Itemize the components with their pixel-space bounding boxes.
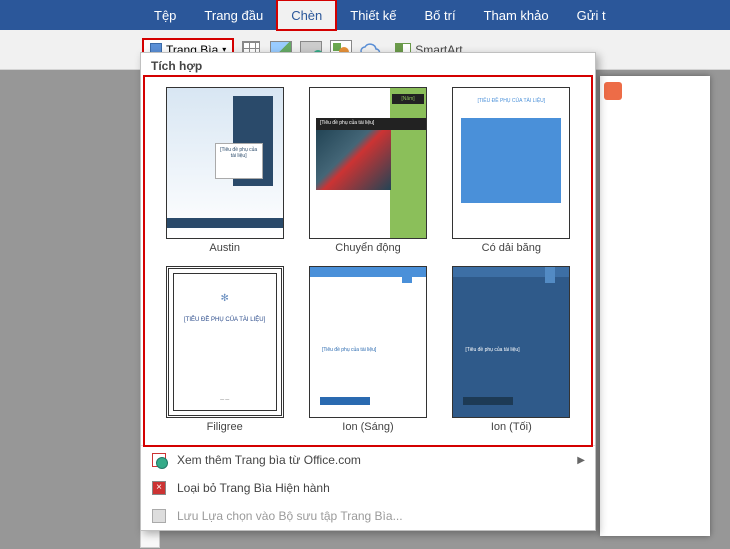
document-canvas	[600, 76, 710, 536]
gallery-label: Ion (Sáng)	[342, 421, 393, 433]
gallery-label: Chuyển động	[335, 242, 400, 254]
tab-insert[interactable]: Chèn	[277, 0, 336, 30]
tab-file[interactable]: Tệp	[140, 0, 190, 30]
gallery-group-header: Tích hợp	[141, 53, 595, 77]
save-gallery-label: Lưu Lựa chọn vào Bộ sưu tập Trang Bìa...	[177, 509, 403, 523]
gallery-item-motion[interactable]: [Năm] [Tiêu đề phụ của tài liệu] Chuyển …	[298, 83, 437, 258]
tab-layout[interactable]: Bố trí	[411, 0, 470, 30]
ribbon-tabs: Tệp Trang đầu Chèn Thiết kế Bố trí Tham …	[0, 0, 730, 30]
more-covers-office[interactable]: Xem thêm Trang bìa từ Office.com ▶	[141, 446, 595, 474]
gallery-item-ion-dark[interactable]: [Tiêu đề phụ của tài liệu] Ion (Tối)	[442, 262, 581, 437]
remove-icon	[152, 481, 166, 495]
remove-current-cover[interactable]: Loại bỏ Trang Bìa Hiện hành	[141, 474, 595, 502]
thumb-motion: [Năm] [Tiêu đề phụ của tài liệu]	[309, 87, 427, 239]
more-covers-label: Xem thêm Trang bìa từ Office.com	[177, 453, 361, 467]
save-icon	[152, 509, 166, 523]
gallery-item-austin[interactable]: [Tiêu đề phụ của tài liệu] Austin	[155, 83, 294, 258]
cover-page-gallery: [Tiêu đề phụ của tài liệu] Austin [Năm] …	[147, 79, 589, 443]
chevron-right-icon: ▶	[577, 455, 585, 466]
tab-mailings[interactable]: Gửi t	[563, 0, 620, 30]
thumb-ion-light: [Tiêu đề phụ của tài liệu]	[309, 266, 427, 418]
thumb-austin: [Tiêu đề phụ của tài liệu]	[166, 87, 284, 239]
app-accent-icon	[604, 82, 622, 100]
thumb-band: [TIÊU ĐỀ PHỤ CỦA TÀI LIỆU]	[452, 87, 570, 239]
tab-home[interactable]: Trang đầu	[190, 0, 277, 30]
thumb-filigree: ✻ [TIÊU ĐỀ PHỤ CỦA TÀI LIỆU] — —	[166, 266, 284, 418]
gallery-label: Có dải băng	[482, 242, 541, 254]
gallery-label: Austin	[209, 242, 240, 254]
tab-design[interactable]: Thiết kế	[336, 0, 410, 30]
globe-icon	[152, 453, 166, 467]
gallery-label: Filigree	[207, 421, 243, 433]
tab-references[interactable]: Tham khảo	[470, 0, 563, 30]
gallery-item-ion-light[interactable]: [Tiêu đề phụ của tài liệu] Ion (Sáng)	[298, 262, 437, 437]
thumb-ion-dark: [Tiêu đề phụ của tài liệu]	[452, 266, 570, 418]
save-to-gallery: Lưu Lựa chọn vào Bộ sưu tập Trang Bìa...	[141, 502, 595, 530]
gallery-item-filigree[interactable]: ✻ [TIÊU ĐỀ PHỤ CỦA TÀI LIỆU] — — Filigre…	[155, 262, 294, 437]
cover-page-dropdown: Tích hợp [Tiêu đề phụ của tài liệu] Aust…	[140, 52, 596, 531]
remove-cover-label: Loại bỏ Trang Bìa Hiện hành	[177, 481, 330, 495]
gallery-label: Ion (Tối)	[491, 421, 532, 433]
gallery-item-band[interactable]: [TIÊU ĐỀ PHỤ CỦA TÀI LIỆU] Có dải băng	[442, 83, 581, 258]
dropdown-footer: Xem thêm Trang bìa từ Office.com ▶ Loại …	[141, 445, 595, 530]
gallery-highlight-box: [Tiêu đề phụ của tài liệu] Austin [Năm] …	[147, 79, 589, 443]
